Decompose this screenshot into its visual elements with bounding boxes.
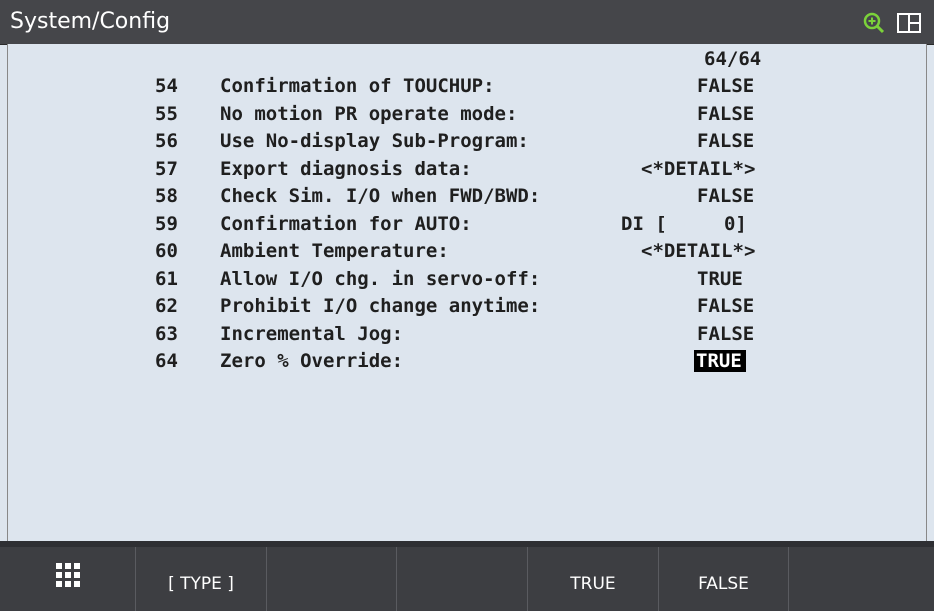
item-value[interactable]: FALSE — [697, 185, 754, 207]
item-value[interactable]: DI [ 0] — [621, 213, 747, 235]
zoom-icon[interactable] — [863, 12, 885, 34]
item-label: Prohibit I/O change anytime: — [220, 295, 541, 317]
item-label: Confirmation of TOUCHUP: — [220, 75, 495, 97]
item-number: 59 — [155, 212, 178, 235]
item-label: Allow I/O chg. in servo-off: — [220, 267, 541, 290]
item-value[interactable]: FALSE — [697, 75, 754, 97]
config-list: 64/64 54 Confirmation of TOUCHUP: FALSE 55 N… — [7, 44, 927, 541]
item-number: 60 — [155, 240, 178, 262]
item-number: 64 — [155, 350, 178, 372]
config-row[interactable]: 56 Use No-display Sub-Program: FALSE — [8, 130, 926, 156]
item-value[interactable]: FALSE — [697, 130, 754, 152]
softkey-label: FALSE — [698, 574, 749, 594]
item-value[interactable]: FALSE — [697, 103, 754, 125]
config-row[interactable]: 55 No motion PR operate mode: FALSE — [8, 103, 926, 129]
softkey-label: TRUE — [570, 574, 616, 594]
menu-button[interactable] — [0, 547, 136, 611]
item-value[interactable]: FALSE — [697, 295, 754, 317]
softkey-f5[interactable]: FALSE — [659, 547, 789, 611]
item-value[interactable]: FALSE — [697, 323, 754, 345]
grid-menu-icon — [55, 563, 80, 587]
config-row[interactable]: 61 Allow I/O chg. in servo-off: TRUE — [8, 268, 926, 294]
title-bar: System/Config — [0, 0, 934, 45]
config-row[interactable]: 60 Ambient Temperature: <*DETAIL*> — [8, 240, 926, 266]
item-value[interactable]: <*DETAIL*> — [641, 240, 755, 262]
item-number: 57 — [155, 157, 178, 180]
item-number: 55 — [155, 102, 178, 125]
config-row[interactable]: 62 Prohibit I/O change anytime: FALSE — [8, 295, 926, 321]
config-row[interactable]: 57 Export diagnosis data: <*DETAIL*> — [8, 158, 926, 184]
item-value[interactable]: TRUE — [694, 350, 746, 372]
pendant-screen: System/Config 64/64 54 Confirmation of TO… — [0, 0, 934, 611]
softkey-f2[interactable] — [267, 547, 397, 611]
config-row[interactable]: 59 Confirmation for AUTO: DI [ 0] — [8, 213, 926, 239]
item-label: Ambient Temperature: — [220, 240, 449, 262]
config-row[interactable]: 58 Check Sim. I/O when FWD/BWD: FALSE — [8, 185, 926, 211]
item-number: 62 — [155, 295, 178, 317]
item-number: 61 — [155, 267, 178, 290]
softkey-bar: [ TYPE ] TRUE FALSE — [0, 547, 934, 611]
item-label: No motion PR operate mode: — [220, 102, 518, 125]
softkey-f6[interactable] — [789, 547, 934, 611]
softkey-label: [ TYPE ] — [168, 574, 234, 594]
config-row[interactable]: 54 Confirmation of TOUCHUP: FALSE — [8, 75, 926, 101]
item-label: Incremental Jog: — [220, 322, 404, 345]
softkey-f4[interactable]: TRUE — [528, 547, 659, 611]
layout-icon[interactable] — [897, 13, 921, 33]
item-value[interactable]: <*DETAIL*> — [641, 158, 755, 180]
item-label: Zero % Override: — [220, 350, 404, 372]
softkey-f1[interactable]: [ TYPE ] — [136, 547, 267, 611]
item-value[interactable]: TRUE — [697, 268, 743, 290]
item-number: 56 — [155, 130, 178, 152]
config-row[interactable]: 63 Incremental Jog: FALSE — [8, 323, 926, 349]
item-number: 58 — [155, 185, 178, 207]
item-label: Check Sim. I/O when FWD/BWD: — [220, 185, 541, 207]
item-label: Export diagnosis data: — [220, 157, 472, 180]
item-number: 54 — [155, 75, 178, 97]
config-row[interactable]: 64 Zero % Override: TRUE — [8, 350, 926, 376]
item-label: Use No-display Sub-Program: — [220, 130, 529, 152]
item-label: Confirmation for AUTO: — [220, 212, 472, 235]
item-number: 63 — [155, 322, 178, 345]
page-indicator: 64/64 — [704, 48, 762, 70]
screen-title: System/Config — [10, 9, 171, 34]
softkey-f3[interactable] — [397, 547, 528, 611]
